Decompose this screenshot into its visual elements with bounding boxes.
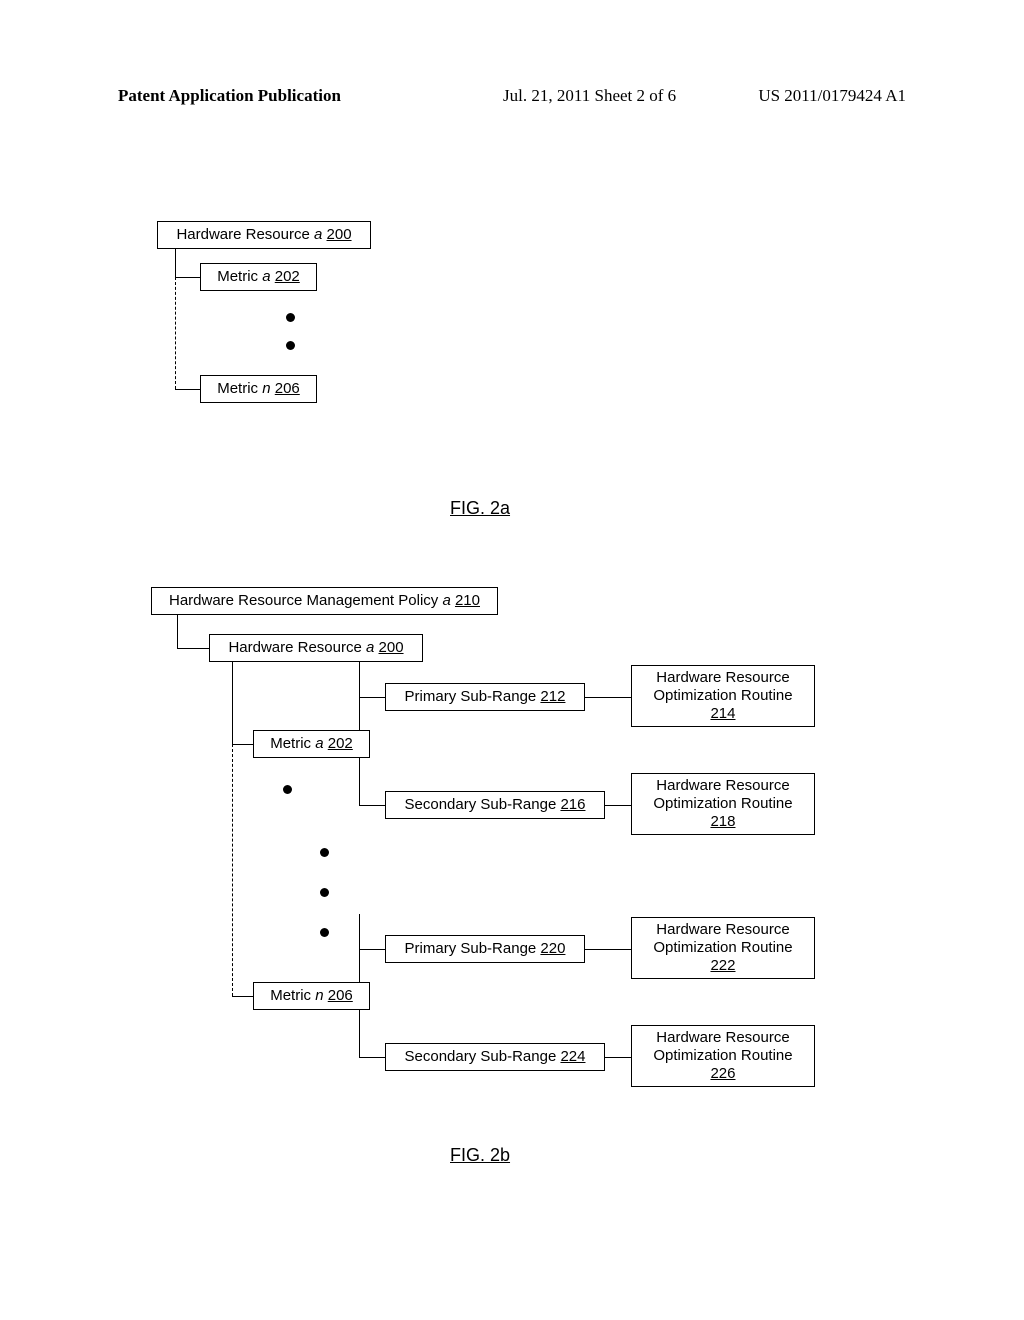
label: Metric — [270, 734, 311, 754]
box-metric-a-fig2a: Metric a 202 — [200, 263, 317, 291]
box-metric-n-fig2b: Metric n 206 — [253, 982, 370, 1010]
box-opt-routine-214: Hardware Resource Optimization Routine 2… — [631, 665, 815, 727]
fig-2a-caption: FIG. 2a — [450, 498, 510, 519]
ref: 222 — [710, 957, 735, 974]
box-secondary-sub-range-n: Secondary Sub-Range 224 — [385, 1043, 605, 1071]
line1: Hardware Resource — [656, 777, 789, 794]
ref: 226 — [710, 1065, 735, 1082]
connector — [175, 389, 200, 390]
box-opt-routine-226: Hardware Resource Optimization Routine 2… — [631, 1025, 815, 1087]
connector — [177, 648, 209, 649]
var: a — [366, 638, 374, 658]
ref: 218 — [710, 813, 735, 830]
ref: 202 — [275, 267, 300, 287]
label: Primary Sub-Range — [405, 687, 537, 707]
connector — [359, 758, 360, 805]
var: a — [315, 734, 323, 754]
ref: 206 — [328, 986, 353, 1006]
connector — [359, 1057, 385, 1058]
ref: 200 — [379, 638, 404, 658]
connector — [175, 249, 176, 277]
line2: Optimization Routine — [653, 795, 792, 812]
label: Secondary Sub-Range — [405, 1047, 557, 1067]
connector — [359, 697, 385, 698]
box-secondary-sub-range-a: Secondary Sub-Range 216 — [385, 791, 605, 819]
var: a — [314, 225, 322, 245]
connector — [359, 805, 385, 806]
box-hw-resource-a-fig2b: Hardware Resource a 200 — [209, 634, 423, 662]
connector — [359, 1010, 360, 1057]
var: n — [262, 379, 270, 399]
label: Hardware Resource — [176, 225, 309, 245]
line2: Optimization Routine — [653, 939, 792, 956]
box-opt-routine-222: Hardware Resource Optimization Routine 2… — [631, 917, 815, 979]
var: a — [262, 267, 270, 287]
var: a — [442, 591, 450, 611]
ref: 210 — [455, 591, 480, 611]
label: Hardware Resource — [228, 638, 361, 658]
line1: Hardware Resource — [656, 921, 789, 938]
connector — [232, 662, 233, 744]
ellipsis-dot-icon — [320, 928, 329, 937]
connector — [359, 914, 360, 982]
ref: 216 — [560, 795, 585, 815]
connector — [232, 996, 253, 997]
ref: 202 — [328, 734, 353, 754]
connector — [359, 949, 385, 950]
diagram-area: Hardware Resource a 200 Metric a 202 Met… — [0, 0, 1024, 1320]
line1: Hardware Resource — [656, 669, 789, 686]
ellipsis-dot-icon — [283, 785, 292, 794]
ref: 220 — [540, 939, 565, 959]
ellipsis-dot-icon — [286, 341, 295, 350]
line2: Optimization Routine — [653, 687, 792, 704]
label: Metric — [217, 379, 258, 399]
label: Metric — [217, 267, 258, 287]
connector — [585, 949, 631, 950]
ref: 212 — [540, 687, 565, 707]
box-hw-resource-a-fig2a: Hardware Resource a 200 — [157, 221, 371, 249]
ellipsis-dot-icon — [320, 888, 329, 897]
ref: 224 — [560, 1047, 585, 1067]
connector — [605, 805, 631, 806]
label: Metric — [270, 986, 311, 1006]
connector — [605, 1057, 631, 1058]
label: Secondary Sub-Range — [405, 795, 557, 815]
ref: 214 — [710, 705, 735, 722]
box-primary-sub-range-n: Primary Sub-Range 220 — [385, 935, 585, 963]
ellipsis-dot-icon — [286, 313, 295, 322]
connector-dashed — [175, 277, 176, 389]
box-metric-n-fig2a: Metric n 206 — [200, 375, 317, 403]
connector — [359, 662, 360, 730]
box-policy: Hardware Resource Management Policy a 21… — [151, 587, 498, 615]
connector — [585, 697, 631, 698]
ellipsis-dot-icon — [320, 848, 329, 857]
line2: Optimization Routine — [653, 1047, 792, 1064]
label: Primary Sub-Range — [405, 939, 537, 959]
box-primary-sub-range-a: Primary Sub-Range 212 — [385, 683, 585, 711]
label: Hardware Resource Management Policy — [169, 591, 438, 611]
box-metric-a-fig2b: Metric a 202 — [253, 730, 370, 758]
fig-2b-caption: FIG. 2b — [450, 1145, 510, 1166]
connector — [175, 277, 200, 278]
ref: 200 — [327, 225, 352, 245]
connector — [177, 615, 178, 648]
line1: Hardware Resource — [656, 1029, 789, 1046]
connector-dashed — [232, 744, 233, 996]
connector — [232, 744, 253, 745]
box-opt-routine-218: Hardware Resource Optimization Routine 2… — [631, 773, 815, 835]
ref: 206 — [275, 379, 300, 399]
var: n — [315, 986, 323, 1006]
